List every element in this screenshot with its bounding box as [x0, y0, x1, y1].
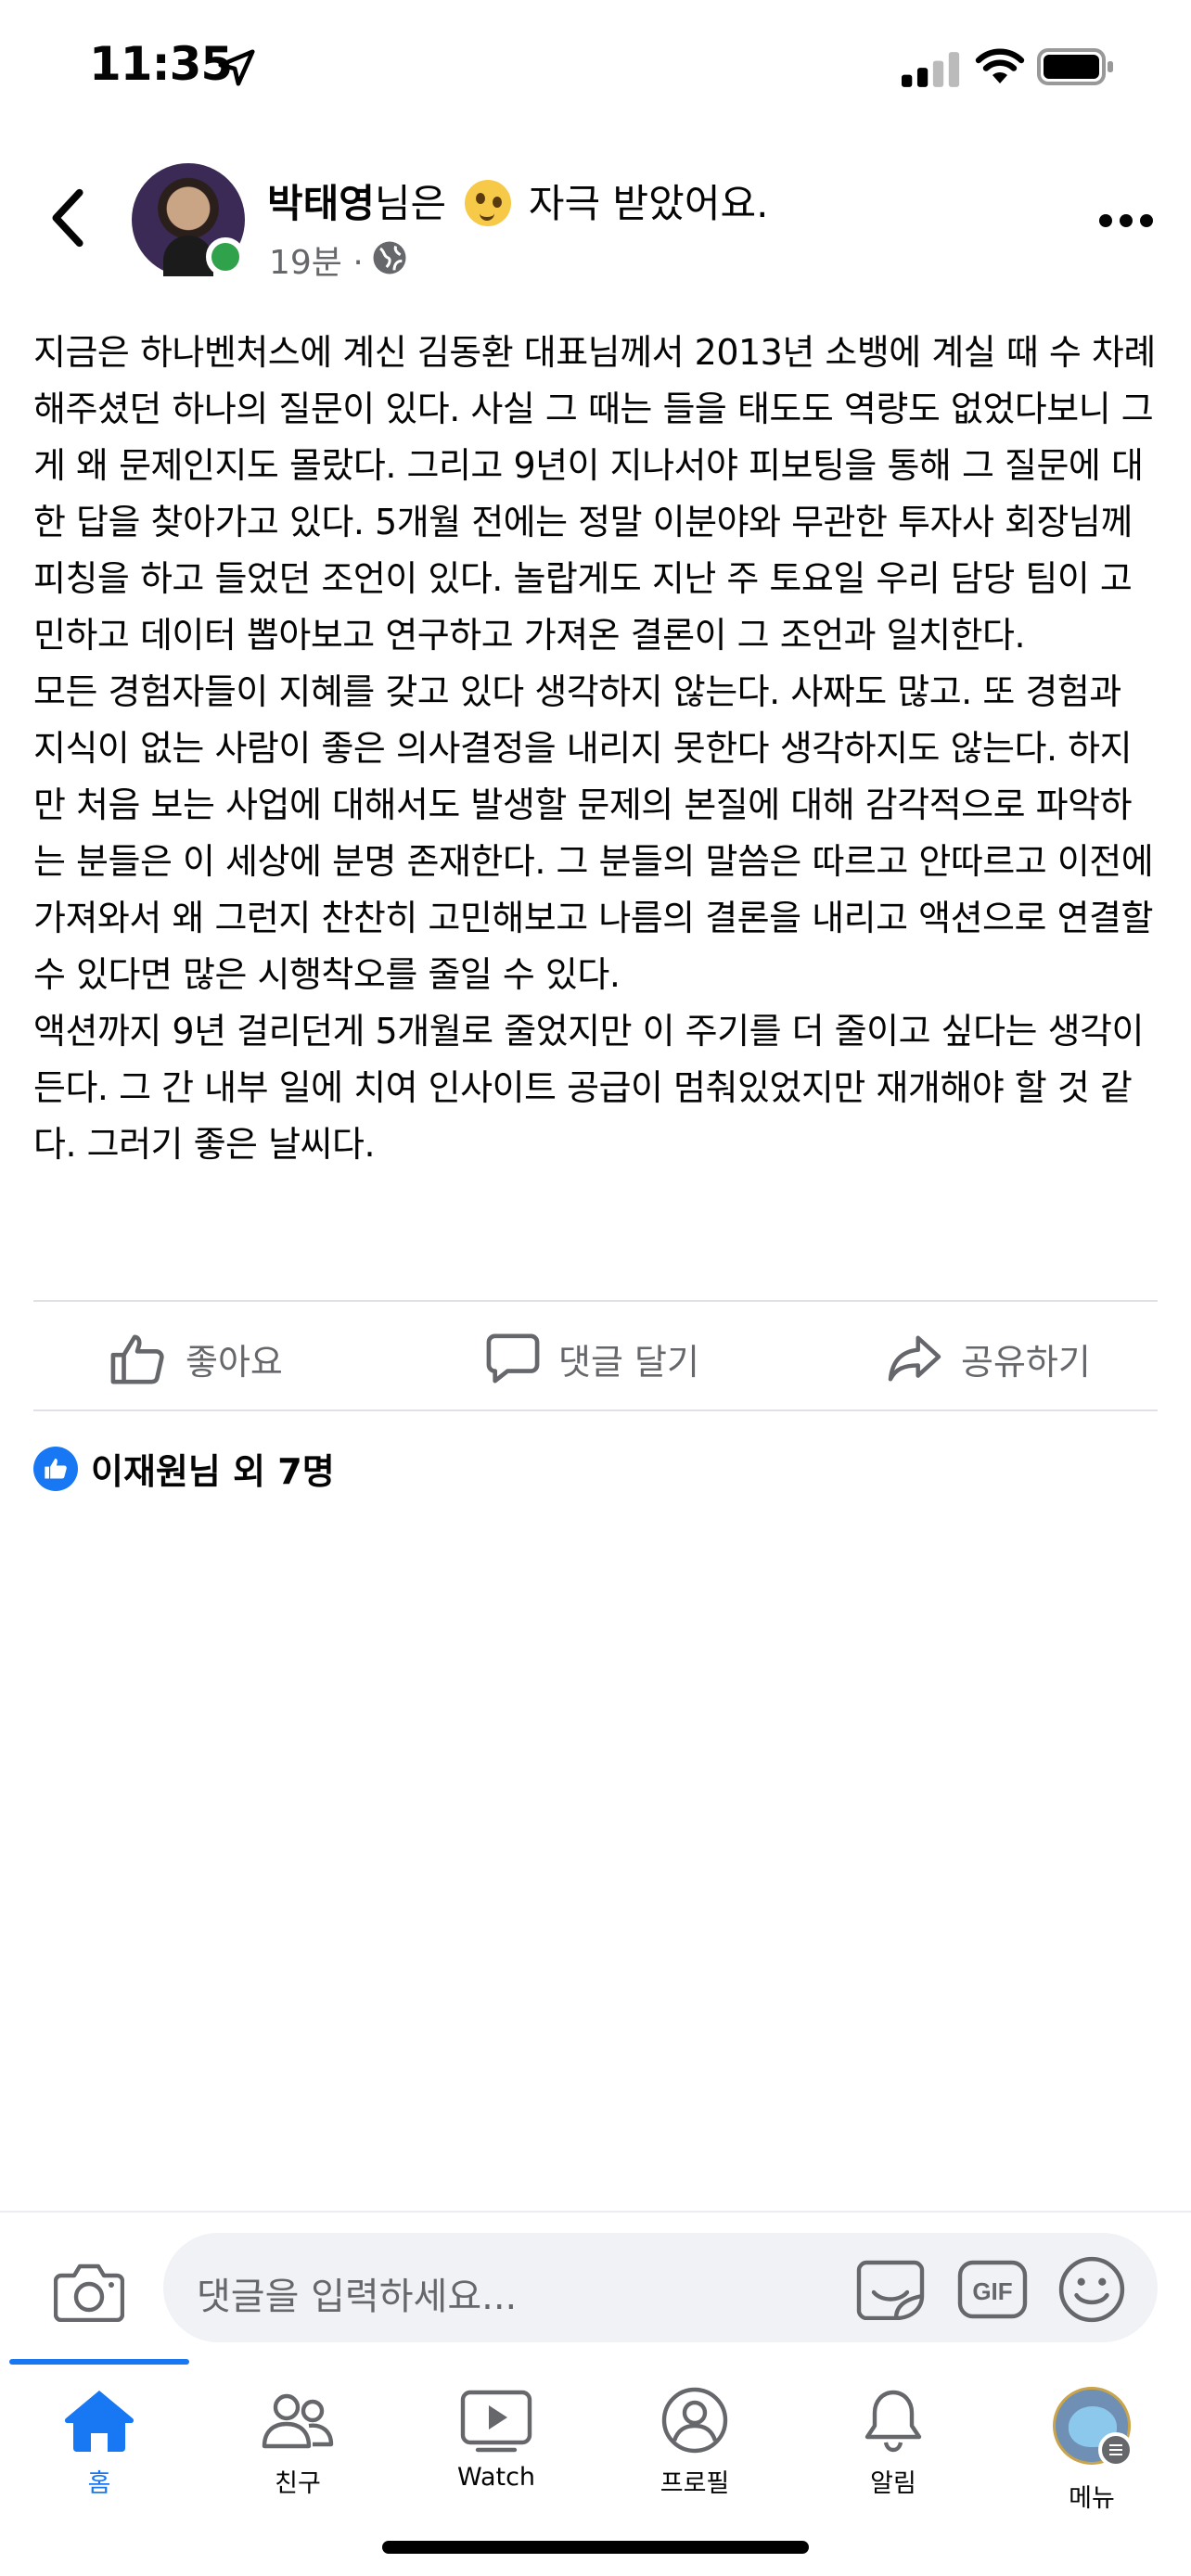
post-paragraph: 모든 경험자들이 지혜를 갖고 있다 생각하지 않는다. 사짜도 많고. 또 경… [33, 671, 1154, 995]
emoji-icon[interactable] [1057, 2255, 1126, 2324]
gif-label: GIF [972, 2277, 1012, 2305]
tab-home-label: 홈 [87, 2469, 111, 2498]
tab-profile-label: 프로필 [660, 2469, 730, 2498]
like-label: 좋아요 [186, 1341, 283, 1383]
status-bar: 11:35 [0, 0, 1191, 139]
tab-menu-label: 메뉴 [1069, 2484, 1115, 2513]
tab-watch-label: Watch [456, 2463, 536, 2492]
menu-hamburger-icon [1098, 2432, 1133, 2468]
post-body: 지금은 하나벤처스에 계신 김동환 대표님께서 2013년 소뱅에 계실 때 수… [33, 325, 1159, 1173]
meta-separator: · [352, 244, 364, 282]
comment-label: 댓글 달기 [558, 1341, 699, 1383]
friends-icon [262, 2393, 334, 2449]
wifi-icon [975, 48, 1025, 83]
public-globe-icon [373, 241, 406, 274]
bell-icon [864, 2390, 922, 2453]
thumbs-up-icon [110, 1334, 164, 1384]
tab-friends[interactable]: 친구 [198, 2387, 397, 2526]
post-header-line: 박태영님은 자극 받았어요. [267, 172, 768, 229]
author-name[interactable]: 박태영 [267, 181, 375, 226]
post-paragraph: 지금은 하나벤처스에 계신 김동환 대표님께서 2013년 소뱅에 계실 때 수… [33, 332, 1156, 656]
tab-home[interactable]: 홈 [0, 2387, 198, 2526]
share-button[interactable]: 공유하기 [887, 1326, 1091, 1391]
inspired-emoji-icon [464, 180, 511, 226]
more-options-icon[interactable] [1096, 202, 1156, 239]
comment-placeholder: 댓글을 입력하세요... [197, 2276, 518, 2318]
tab-notifications-label: 알림 [870, 2469, 916, 2498]
tab-friends-label: 친구 [275, 2469, 321, 2498]
share-arrow-icon [888, 1335, 941, 1382]
comment-bubble-icon [486, 1333, 540, 1384]
reaction-names: 이재원님 외 7명 [91, 1451, 335, 1492]
sticker-icon[interactable] [855, 2259, 926, 2320]
tab-profile[interactable]: 프로필 [596, 2387, 794, 2526]
cellular-signal-icon [902, 52, 960, 87]
tab-watch[interactable]: Watch [397, 2387, 596, 2526]
camera-icon[interactable] [54, 2261, 124, 2322]
status-time: 11:35 [89, 37, 233, 91]
home-icon [64, 2391, 134, 2452]
profile-icon [661, 2387, 728, 2454]
tab-notifications[interactable]: 알림 [794, 2387, 992, 2526]
activity-text: 자극 받았어요. [516, 181, 769, 226]
online-status-dot [206, 237, 245, 276]
comment-composer: 댓글을 입력하세요... GIF [0, 2211, 1191, 2359]
gif-icon[interactable]: GIF [957, 2259, 1028, 2320]
like-button[interactable]: 좋아요 [109, 1326, 283, 1391]
battery-icon [1037, 48, 1113, 85]
action-bar-bottom-divider [33, 1409, 1158, 1411]
back-button[interactable] [43, 185, 95, 250]
comment-input[interactable]: 댓글을 입력하세요... GIF [163, 2233, 1158, 2342]
post-paragraph: 액션까지 9년 걸리던게 5개월로 줄었지만 이 주기를 더 줄이고 싶다는 생… [33, 1011, 1144, 1165]
active-tab-indicator [9, 2359, 189, 2365]
activity-prefix: 님은 [374, 181, 459, 226]
post-meta: 19분 · [269, 236, 364, 284]
location-arrow-icon [218, 49, 255, 86]
watch-icon [460, 2390, 532, 2453]
tab-menu[interactable]: 메뉴 [992, 2387, 1191, 2526]
menu-avatar-icon [1053, 2387, 1133, 2468]
comment-button[interactable]: 댓글 달기 [486, 1326, 699, 1391]
post-timestamp[interactable]: 19분 [269, 244, 342, 282]
home-indicator[interactable] [382, 2541, 809, 2554]
share-label: 공유하기 [961, 1341, 1091, 1383]
action-bar-top-divider [33, 1300, 1158, 1302]
reaction-summary[interactable]: 이재원님 외 7명 [33, 1443, 335, 1494]
like-reaction-icon [33, 1446, 78, 1491]
